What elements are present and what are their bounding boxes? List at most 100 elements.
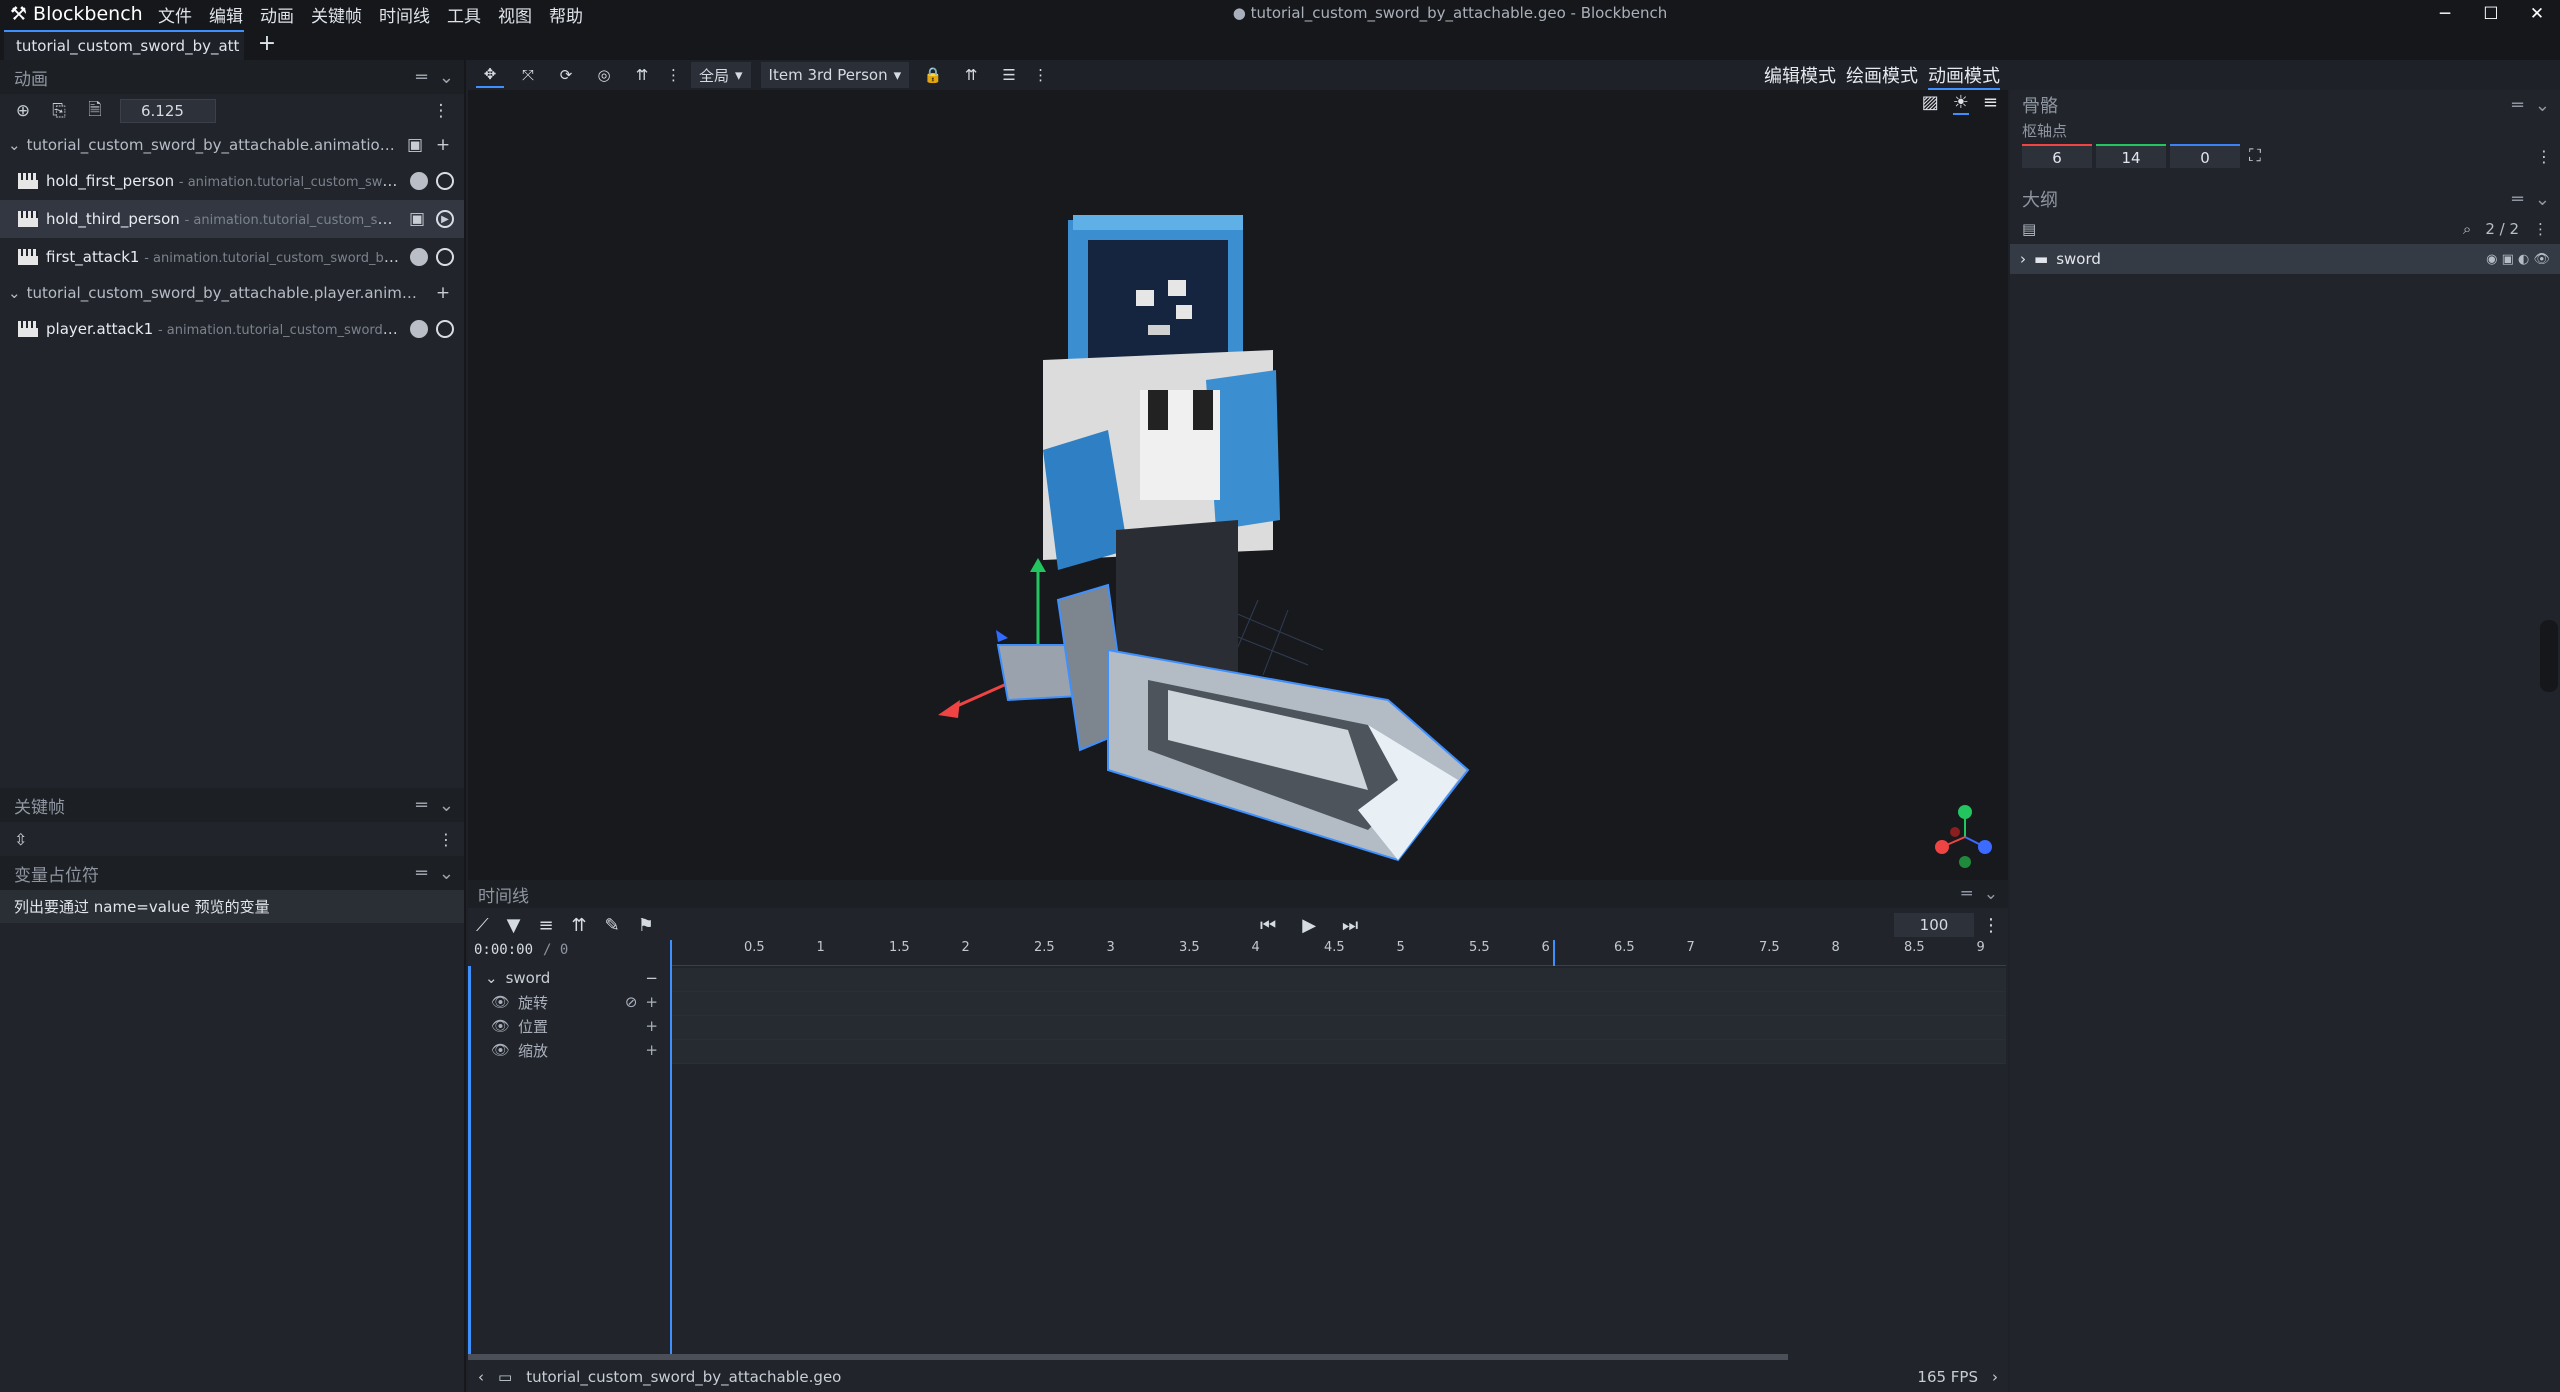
chevron-down-icon[interactable]: ⌄ <box>485 969 498 987</box>
menu-file[interactable]: 文件 <box>158 2 192 27</box>
timeline-ruler[interactable]: 0.5 1 1.5 2 2.5 3 3.5 4 4.5 5 5.5 6 6.5 7 7.5 8 8.5 9 <box>670 940 2006 966</box>
visibility-toggles[interactable]: ◉ ▣ ◐ 👁 <box>2486 252 2550 267</box>
variables-hint[interactable]: 列出要通过 name=value 预览的变量 <box>0 890 464 923</box>
panel-menu-icon[interactable]: ═ <box>416 795 427 816</box>
track-channel-scale[interactable]: 👁 缩放 + <box>471 1038 668 1062</box>
keyframe-lanes[interactable] <box>670 968 2006 1358</box>
pivot-tool-icon[interactable]: ◎ <box>590 62 618 88</box>
pivot-x-input[interactable]: 6 <box>2022 144 2092 168</box>
more-options-icon[interactable]: ⋮ <box>2533 220 2548 238</box>
app-brand[interactable]: ⚒ Blockbench <box>10 2 143 26</box>
new-tab-button[interactable]: + <box>254 30 280 58</box>
more-options-icon[interactable]: ⋮ <box>2536 147 2560 166</box>
timeline-zoom-input[interactable]: 100 <box>1894 913 1974 937</box>
pencil-icon[interactable]: ✎ <box>605 915 620 936</box>
channels-icon[interactable]: ≡ <box>538 915 553 936</box>
outline-item-sword[interactable]: › ▬ sword ◉ ▣ ◐ 👁 <box>2010 244 2560 274</box>
add-animation-icon[interactable]: ⊕ <box>12 100 34 122</box>
eye-icon[interactable]: 👁 <box>491 993 510 1011</box>
eye-icon[interactable]: 👁 <box>491 1017 510 1035</box>
menu-tools[interactable]: 工具 <box>447 2 481 27</box>
menu-animation[interactable]: 动画 <box>260 2 294 27</box>
center-pivot-icon[interactable]: ⛶ <box>2244 145 2266 167</box>
resize-tool-icon[interactable]: ⤧ <box>514 62 542 88</box>
chevron-down-icon[interactable]: ⌄ <box>439 795 454 816</box>
animation-item[interactable]: first_attack1 - animation.tutorial_custo… <box>0 238 464 276</box>
mode-edit[interactable]: 编辑模式 <box>1764 62 1836 90</box>
mute-icon[interactable]: ⊘ <box>625 993 638 1011</box>
rotate-tool-icon[interactable]: ⟳ <box>552 62 580 88</box>
chevron-right-icon[interactable]: › <box>2020 250 2026 268</box>
search-icon[interactable]: ⌕ <box>2463 220 2471 238</box>
orientation-gizmo[interactable] <box>1930 802 2000 872</box>
more-options-icon[interactable]: ⋮ <box>1033 66 1048 84</box>
pivot-z-input[interactable]: 0 <box>2170 144 2240 168</box>
timeline-scrollbar[interactable] <box>468 1354 1788 1360</box>
animation-item[interactable]: player.attack1 - animation.tutorial_cust… <box>0 310 464 348</box>
lane-bone[interactable] <box>670 968 2006 992</box>
chevron-down-icon[interactable]: ⌄ <box>8 136 21 154</box>
track-channel-position[interactable]: 👁 位置 + <box>471 1014 668 1038</box>
panel-menu-icon[interactable]: ═ <box>1962 884 1972 904</box>
close-button[interactable]: ✕ <box>2514 0 2560 28</box>
skip-end-icon[interactable]: ⏭ <box>1342 915 1358 936</box>
eye-icon[interactable]: 👁 <box>491 1041 510 1059</box>
add-keyframe-icon[interactable]: + <box>645 993 668 1011</box>
save-icon[interactable]: ▣ <box>406 208 428 230</box>
panel-menu-icon[interactable]: ═ <box>2512 95 2523 116</box>
pivot-y-input[interactable]: 14 <box>2096 144 2166 168</box>
skip-start-icon[interactable]: ⏮ <box>1260 915 1276 936</box>
collapse-icon[interactable]: − <box>645 969 668 987</box>
add-keyframe-icon[interactable]: + <box>645 1017 668 1035</box>
animation-item[interactable]: hold_first_person - animation.tutorial_c… <box>0 162 464 200</box>
drag-handle-icon[interactable]: ⇳ <box>14 830 27 849</box>
add-keyframe-icon[interactable]: + <box>645 1041 668 1059</box>
vertex-snap-icon[interactable]: ⇈ <box>628 62 656 88</box>
mode-animate[interactable]: 动画模式 <box>1928 62 2000 90</box>
lock-icon[interactable]: 🔒 <box>919 62 947 88</box>
filter-icon[interactable]: ▼ <box>507 915 521 936</box>
chevron-right-icon[interactable]: › <box>1992 1368 1998 1386</box>
3d-viewport[interactable]: ▨ ☀ ≡ <box>468 90 2008 880</box>
chevron-left-icon[interactable]: ‹ <box>478 1368 484 1386</box>
display-preview-select[interactable]: Item 3rd Person ▾ <box>760 62 910 88</box>
menu-view[interactable]: 视图 <box>498 2 532 27</box>
chevron-down-icon[interactable]: ⌄ <box>2535 95 2550 116</box>
mirror-icon[interactable]: ⇈ <box>957 62 985 88</box>
list-indent-icon[interactable]: ☰ <box>995 62 1023 88</box>
menu-keyframe[interactable]: 关键帧 <box>311 2 362 27</box>
timecode-value[interactable]: 0:00:00 <box>474 942 533 962</box>
panel-menu-icon[interactable]: ═ <box>416 863 427 884</box>
menu-timeline[interactable]: 时间线 <box>379 2 430 27</box>
menu-edit[interactable]: 编辑 <box>209 2 243 27</box>
add-icon[interactable]: + <box>432 282 454 304</box>
animation-item-selected[interactable]: hold_third_person - animation.tutorial_c… <box>0 200 464 238</box>
flag-icon[interactable]: ⚑ <box>638 915 654 936</box>
play-toggle-icon[interactable] <box>436 248 454 266</box>
animation-speed-input[interactable]: 6.125 <box>120 99 216 123</box>
add-group-icon[interactable]: ▤ <box>2022 220 2036 238</box>
lane-scale[interactable] <box>670 1040 2006 1064</box>
import-animation-icon[interactable]: ⎘ <box>48 100 70 122</box>
move-tool-icon[interactable]: ✥ <box>476 62 504 88</box>
panel-menu-icon[interactable]: ═ <box>416 67 427 88</box>
play-toggle-icon[interactable] <box>436 172 454 190</box>
panel-menu-icon[interactable]: ═ <box>2512 189 2523 210</box>
graph-editor-icon[interactable]: ⟋ <box>476 915 489 936</box>
chevron-down-icon[interactable]: ⌄ <box>8 284 21 302</box>
animation-end-marker[interactable] <box>1553 940 1555 966</box>
playhead[interactable] <box>670 940 672 1360</box>
more-options-icon[interactable]: ⋮ <box>438 830 454 849</box>
save-icon[interactable]: ▣ <box>404 134 426 156</box>
mode-paint[interactable]: 绘画模式 <box>1846 62 1918 90</box>
play-toggle-icon[interactable]: ▶ <box>436 210 454 228</box>
tab-project[interactable]: tutorial_custom_sword_by_att ● <box>4 30 244 60</box>
add-icon[interactable]: + <box>432 134 454 156</box>
track-channel-rotation[interactable]: 👁 旋转 ⊘ + <box>471 990 668 1014</box>
animation-file-row[interactable]: ⌄ tutorial_custom_sword_by_attachable.pl… <box>0 276 464 310</box>
animation-file-row[interactable]: ⌄ tutorial_custom_sword_by_attachable.an… <box>0 128 464 162</box>
chevron-down-icon[interactable]: ⌄ <box>439 863 454 884</box>
track-bone[interactable]: ⌄ sword − <box>471 966 668 990</box>
sort-icon[interactable]: ⇈ <box>572 915 587 936</box>
more-options-icon[interactable]: ⋮ <box>430 100 452 122</box>
